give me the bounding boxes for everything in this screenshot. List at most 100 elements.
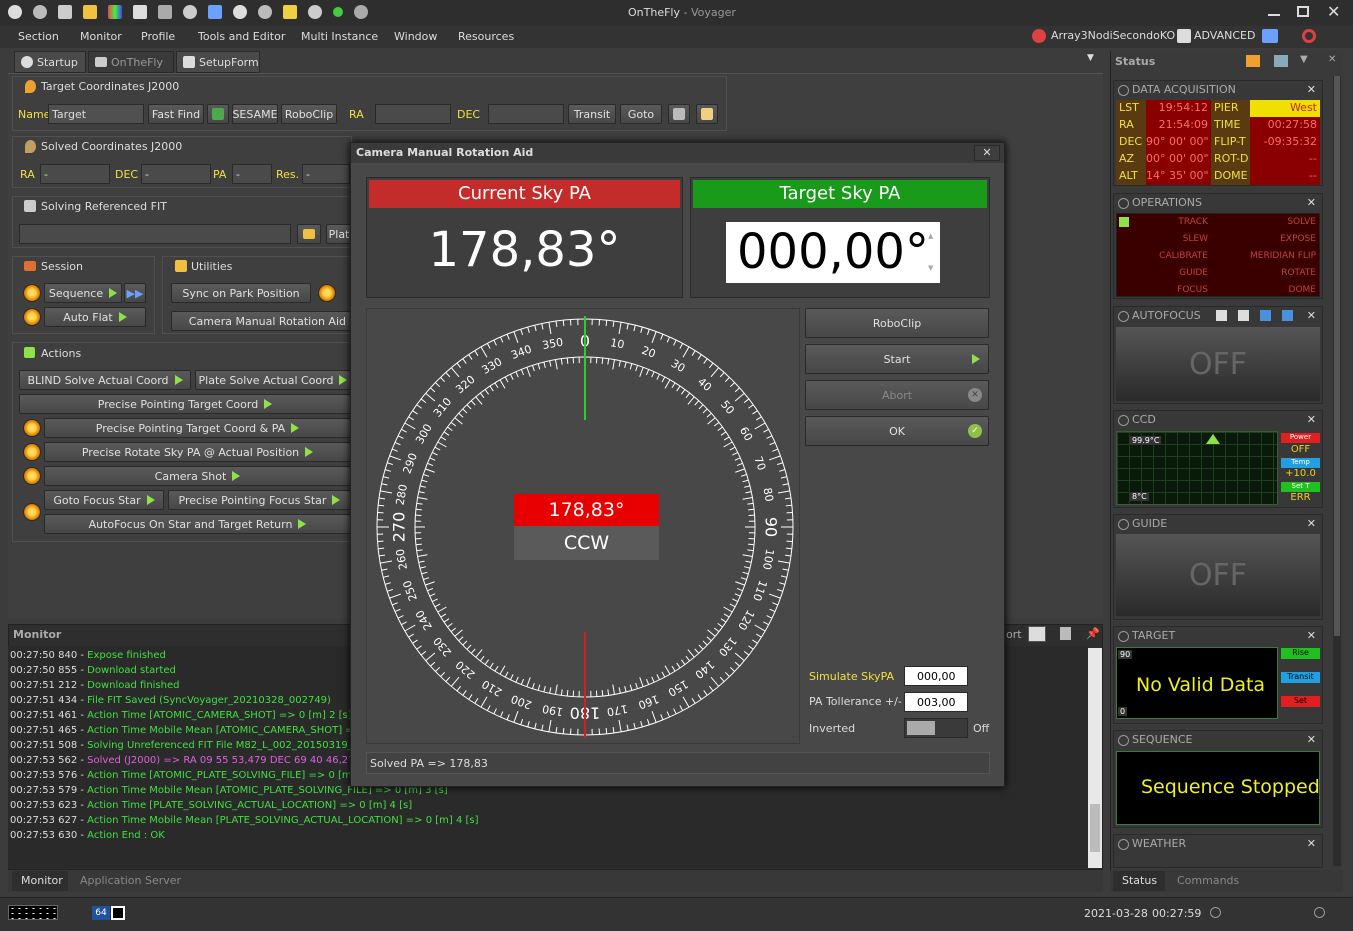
inverted-toggle[interactable]: [904, 718, 968, 738]
name-input[interactable]: Target: [48, 104, 144, 124]
sequence-gear-icon[interactable]: [23, 284, 41, 302]
close-window-button[interactable]: ✕: [1327, 2, 1340, 21]
tab-monitor[interactable]: Monitor: [12, 871, 68, 891]
wp2-icon[interactable]: [258, 5, 272, 19]
tab-onthefly[interactable]: OnTheFly: [88, 51, 174, 73]
close-icon[interactable]: ✕: [1307, 731, 1316, 749]
menu-tools[interactable]: Tools and Editor: [198, 30, 285, 43]
pin-icon[interactable]: 📌: [1086, 627, 1100, 640]
target-pa-spin-up-icon[interactable]: ▲: [928, 232, 933, 240]
target-pa-spin-down-icon[interactable]: ▼: [928, 264, 933, 272]
dec-input[interactable]: [488, 104, 564, 124]
autoflat-gear-icon[interactable]: [23, 308, 41, 326]
log-scrollbar[interactable]: [1088, 648, 1102, 868]
tab-commands[interactable]: Commands: [1177, 874, 1239, 887]
status-toolbar-icon[interactable]: [1246, 55, 1260, 67]
mode-label[interactable]: ADVANCED: [1194, 29, 1255, 42]
wp-icon[interactable]: [233, 5, 247, 19]
sequence-button[interactable]: Sequence: [44, 283, 122, 303]
plate-solve-actual-button[interactable]: Plate Solve Actual Coord: [195, 370, 351, 390]
status-config-icon[interactable]: [1274, 55, 1288, 67]
dialog-start-button[interactable]: Start: [805, 344, 989, 374]
goto-button[interactable]: Goto: [620, 104, 662, 124]
profile-name[interactable]: Array3NodiSecondoKO: [1051, 29, 1175, 42]
forward-icon[interactable]: [208, 5, 222, 19]
af-up-icon[interactable]: [1260, 310, 1271, 321]
tag-icon[interactable]: [283, 5, 297, 19]
tab-status[interactable]: Status: [1113, 871, 1165, 891]
tab-app-server[interactable]: Application Server: [80, 874, 181, 887]
pp-target-pa-gear-icon[interactable]: [23, 419, 41, 437]
minimize-button[interactable]: [1268, 6, 1280, 16]
tab-dropdown-icon[interactable]: ▼: [1087, 53, 1094, 63]
close-icon[interactable]: ✕: [1307, 627, 1316, 645]
sesame-icon-button[interactable]: [207, 104, 229, 124]
dialog-close-button[interactable]: ✕: [974, 145, 1000, 161]
autoflat-button[interactable]: Auto Flat: [44, 307, 146, 327]
dialog-roboclip-button[interactable]: RoboClip: [805, 308, 989, 338]
sync-gear-icon[interactable]: [318, 284, 336, 302]
tolerance-input[interactable]: 003,00: [904, 692, 968, 712]
menu-section[interactable]: Section: [18, 30, 59, 43]
blind-solve-button[interactable]: BLIND Solve Actual Coord: [19, 370, 191, 390]
log-filter-button[interactable]: [1028, 626, 1046, 642]
camera-rotation-aid-button[interactable]: Camera Manual Rotation Aid: [171, 311, 351, 331]
status-pin-icon[interactable]: ▼: [1300, 54, 1308, 65]
globe-icon[interactable]: [308, 5, 322, 19]
precise-pointing-focus-button[interactable]: Precise Pointing Focus Star: [168, 490, 351, 510]
help-icon[interactable]: [1302, 29, 1316, 43]
close-icon[interactable]: ✕: [1307, 81, 1316, 99]
folder-icon[interactable]: [83, 5, 97, 19]
db-icon[interactable]: [158, 5, 172, 19]
precise-rotate-button[interactable]: Precise Rotate Sky PA @ Actual Position: [44, 442, 351, 462]
fit-path-input[interactable]: [19, 224, 291, 244]
close-icon[interactable]: ✕: [1307, 515, 1316, 533]
camera-shot-gear-icon[interactable]: [23, 467, 41, 485]
menu-resources[interactable]: Resources: [458, 30, 514, 43]
menu-multi[interactable]: Multi Instance: [301, 30, 378, 43]
close-icon[interactable]: ✕: [1307, 835, 1316, 853]
tab-setupform[interactable]: SetupForm: [176, 51, 260, 73]
plate-solve-button[interactable]: Plat: [326, 224, 352, 244]
dialog-ok-button[interactable]: OK ✓: [805, 416, 989, 446]
maximize-button[interactable]: [1297, 6, 1309, 17]
trash-icon[interactable]: [1060, 627, 1071, 640]
tab-startup[interactable]: Startup: [14, 51, 86, 73]
af-prev-icon[interactable]: [1216, 310, 1227, 321]
ra-input[interactable]: [375, 104, 451, 124]
goto-focus-star-button[interactable]: Goto Focus Star: [44, 490, 164, 510]
copy-button[interactable]: [668, 104, 690, 124]
browse-button[interactable]: [297, 224, 321, 244]
close-icon[interactable]: ✕: [1307, 194, 1316, 212]
color-icon[interactable]: [108, 5, 122, 19]
menu-profile[interactable]: Profile: [141, 30, 175, 43]
roboclip-button[interactable]: RoboClip: [281, 104, 337, 124]
camera-shot-button[interactable]: Camera Shot: [44, 466, 351, 486]
monitor-icon[interactable]: [1262, 29, 1278, 43]
mail-icon[interactable]: [58, 5, 72, 19]
status-close-icon[interactable]: ✕: [1328, 54, 1336, 65]
precise-pointing-target-pa-button[interactable]: Precise Pointing Target Coord & PA: [44, 418, 351, 438]
close-icon[interactable]: ✕: [1307, 411, 1316, 429]
status-dot-icon[interactable]: [333, 7, 343, 17]
eye-icon[interactable]: [183, 5, 197, 19]
fast-find-button[interactable]: Fast Find: [148, 104, 204, 124]
target-pa-input[interactable]: 000,00°: [726, 222, 940, 283]
precise-pointing-target-button[interactable]: Precise Pointing Target Coord: [19, 394, 351, 414]
sync-park-button[interactable]: Sync on Park Position: [171, 283, 311, 303]
settings-icon[interactable]: [33, 5, 47, 19]
close-icon[interactable]: ✕: [1307, 307, 1316, 325]
toolbar-icons[interactable]: [8, 5, 458, 21]
simulate-input[interactable]: 000,00: [904, 666, 968, 686]
focus-gear-icon[interactable]: [23, 503, 41, 521]
rotate-gear-icon[interactable]: [23, 443, 41, 461]
af-down-icon[interactable]: [1282, 310, 1293, 321]
voyager-icon[interactable]: [8, 5, 22, 19]
autofocus-target-return-button[interactable]: AutoFocus On Star and Target Return: [44, 514, 351, 534]
tools-icon[interactable]: [133, 5, 147, 19]
sequence-forward-button[interactable]: ▶▶: [124, 283, 146, 303]
dialog-abort-button[interactable]: Abort ✕: [805, 380, 989, 410]
skull-icon[interactable]: [354, 5, 368, 19]
transit-button[interactable]: Transit: [568, 104, 616, 124]
af-next-icon[interactable]: [1238, 310, 1249, 321]
